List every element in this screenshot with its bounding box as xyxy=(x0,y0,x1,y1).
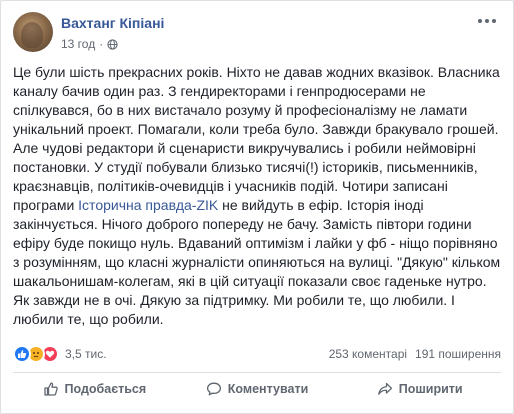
globe-icon[interactable] xyxy=(107,38,118,50)
post-text-part-2: не вийдуть в ефір. Історія іноді закінчу… xyxy=(13,197,501,327)
comment-button[interactable]: Коментувати xyxy=(176,373,339,405)
comment-label: Коментувати xyxy=(227,382,309,396)
post-text-part-1: Це були шість прекрасних років. Ніхто не… xyxy=(13,64,500,213)
reactions-summary[interactable]: 3,5 тис. xyxy=(13,345,107,363)
like-button[interactable]: Подобається xyxy=(13,373,176,405)
shares-count[interactable]: 191 поширення xyxy=(415,347,501,361)
program-link[interactable]: Історична правда-ZIK xyxy=(78,197,218,213)
share-label: Поширити xyxy=(398,382,463,396)
share-button[interactable]: Поширити xyxy=(338,373,501,405)
thumbs-up-icon xyxy=(43,382,58,396)
post-meta: 13 год · xyxy=(61,37,118,51)
engagement-counts: 253 коментарі 191 поширення xyxy=(329,347,501,361)
post-header: Вахтанг Кіпіані 13 год · xyxy=(13,12,501,56)
separator-dot: · xyxy=(99,37,104,51)
post-body: Це були шість прекрасних років. Ніхто не… xyxy=(13,63,505,329)
like-label: Подобається xyxy=(64,382,147,396)
comments-count[interactable]: 253 коментарі xyxy=(329,347,407,361)
post-card: Вахтанг Кіпіані 13 год · Це були шість п… xyxy=(0,0,514,414)
reactions-count[interactable]: 3,5 тис. xyxy=(65,347,107,361)
like-reaction-icon xyxy=(13,345,31,363)
comment-icon xyxy=(206,382,221,396)
post-time[interactable]: 13 год xyxy=(61,37,95,51)
share-icon xyxy=(377,382,392,395)
author-name[interactable]: Вахтанг Кіпіані xyxy=(61,15,164,31)
post-actions: Подобається Коментувати Поширити xyxy=(13,373,501,405)
more-options-icon[interactable] xyxy=(477,15,497,27)
post-stats: 3,5 тис. 253 коментарі 191 поширення xyxy=(13,345,501,365)
avatar[interactable] xyxy=(13,12,53,52)
